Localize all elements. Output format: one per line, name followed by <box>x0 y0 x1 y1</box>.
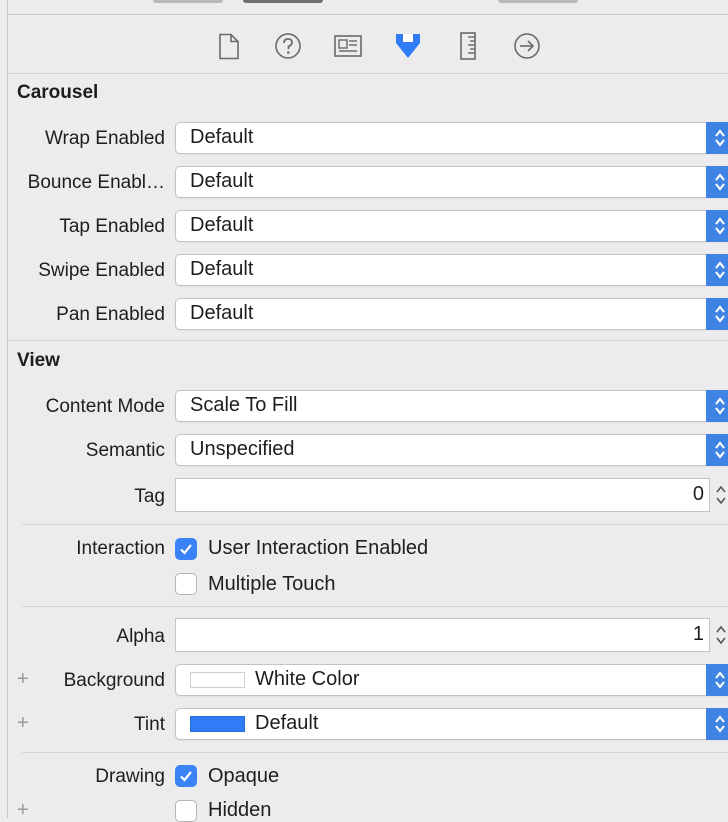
inspector-toolbar <box>8 15 728 74</box>
popup-value: Default <box>190 258 254 280</box>
popup-arrows-icon <box>706 210 728 242</box>
left-border <box>0 0 8 818</box>
popup-value: Default <box>190 302 254 324</box>
tag-stepper-icon[interactable] <box>713 478 728 512</box>
label-tint: Tint <box>134 714 165 735</box>
popup-value: Scale To Fill <box>190 394 298 416</box>
tint-value: Default <box>255 712 319 734</box>
content-mode-popup[interactable]: Scale To Fill <box>175 390 728 422</box>
add-tint-variation-icon[interactable]: + <box>17 713 29 733</box>
section-title-carousel: Carousel <box>17 82 99 103</box>
tint-color-popup[interactable]: Default <box>175 708 728 740</box>
opaque-checkbox[interactable] <box>175 765 197 787</box>
checkmark-icon <box>180 544 192 555</box>
popup-arrows-icon <box>706 122 728 154</box>
tab-segment[interactable] <box>153 0 223 3</box>
popup-arrows-icon <box>706 434 728 466</box>
label-tag: Tag <box>134 486 165 507</box>
label-drawing: Drawing <box>95 766 165 787</box>
label-swipe-enabled: Swipe Enabled <box>38 260 165 281</box>
alpha-field[interactable]: 1 <box>175 618 710 652</box>
file-icon[interactable] <box>215 31 243 61</box>
tag-field[interactable]: 0 <box>175 478 710 512</box>
connections-icon[interactable] <box>513 31 541 61</box>
label-alpha: Alpha <box>116 626 165 647</box>
section-title-view: View <box>17 350 60 371</box>
pan-enabled-popup[interactable]: Default <box>175 298 728 330</box>
row-divider <box>22 524 728 525</box>
popup-arrows-icon <box>706 298 728 330</box>
tag-value: 0 <box>692 483 704 505</box>
help-icon[interactable] <box>274 31 302 61</box>
tint-swatch <box>190 716 245 732</box>
row-divider <box>22 752 728 753</box>
swipe-enabled-popup[interactable]: Default <box>175 254 728 286</box>
checkmark-icon <box>180 771 192 782</box>
popup-arrows-icon <box>706 166 728 198</box>
label-interaction: Interaction <box>76 538 165 559</box>
label-background: Background <box>63 670 165 691</box>
size-icon[interactable] <box>454 31 482 61</box>
background-swatch <box>190 672 245 688</box>
label-pan-enabled: Pan Enabled <box>56 304 165 325</box>
label-semantic: Semantic <box>85 440 165 461</box>
alpha-value: 1 <box>692 623 704 645</box>
add-background-variation-icon[interactable]: + <box>17 669 29 689</box>
attributes-icon[interactable] <box>393 31 423 61</box>
user-interaction-checkbox[interactable] <box>175 538 197 560</box>
tab-segment-active[interactable] <box>243 0 323 3</box>
hidden-label[interactable]: Hidden <box>208 799 271 822</box>
bounce-enabled-popup[interactable]: Default <box>175 166 728 198</box>
add-hidden-variation-icon[interactable]: + <box>17 800 29 820</box>
label-bounce-enabled: Bounce Enabl… <box>27 172 165 193</box>
multiple-touch-label[interactable]: Multiple Touch <box>208 573 335 596</box>
tab-segment[interactable] <box>498 0 578 3</box>
background-value: White Color <box>255 668 360 690</box>
row-divider <box>22 606 728 607</box>
section-divider <box>8 340 728 341</box>
popup-arrows-icon <box>706 254 728 286</box>
popup-value: Default <box>190 170 254 192</box>
identity-icon[interactable] <box>333 31 363 61</box>
label-wrap-enabled: Wrap Enabled <box>44 128 165 149</box>
tap-enabled-popup[interactable]: Default <box>175 210 728 242</box>
alpha-stepper-icon[interactable] <box>713 618 728 652</box>
popup-value: Default <box>190 126 254 148</box>
background-color-popup[interactable]: White Color <box>175 664 728 696</box>
semantic-popup[interactable]: Unspecified <box>175 434 728 466</box>
label-content-mode: Content Mode <box>45 396 165 417</box>
hidden-checkbox[interactable] <box>175 800 197 822</box>
popup-arrows-icon <box>706 664 728 696</box>
opaque-label[interactable]: Opaque <box>208 765 279 788</box>
popup-arrows-icon <box>706 390 728 422</box>
popup-value: Default <box>190 214 254 236</box>
top-tab-strip <box>8 0 728 15</box>
multiple-touch-checkbox[interactable] <box>175 573 197 595</box>
popup-arrows-icon <box>706 708 728 740</box>
user-interaction-label[interactable]: User Interaction Enabled <box>208 537 428 560</box>
popup-value: Unspecified <box>190 438 295 460</box>
label-tap-enabled: Tap Enabled <box>59 216 165 237</box>
wrap-enabled-popup[interactable]: Default <box>175 122 728 154</box>
